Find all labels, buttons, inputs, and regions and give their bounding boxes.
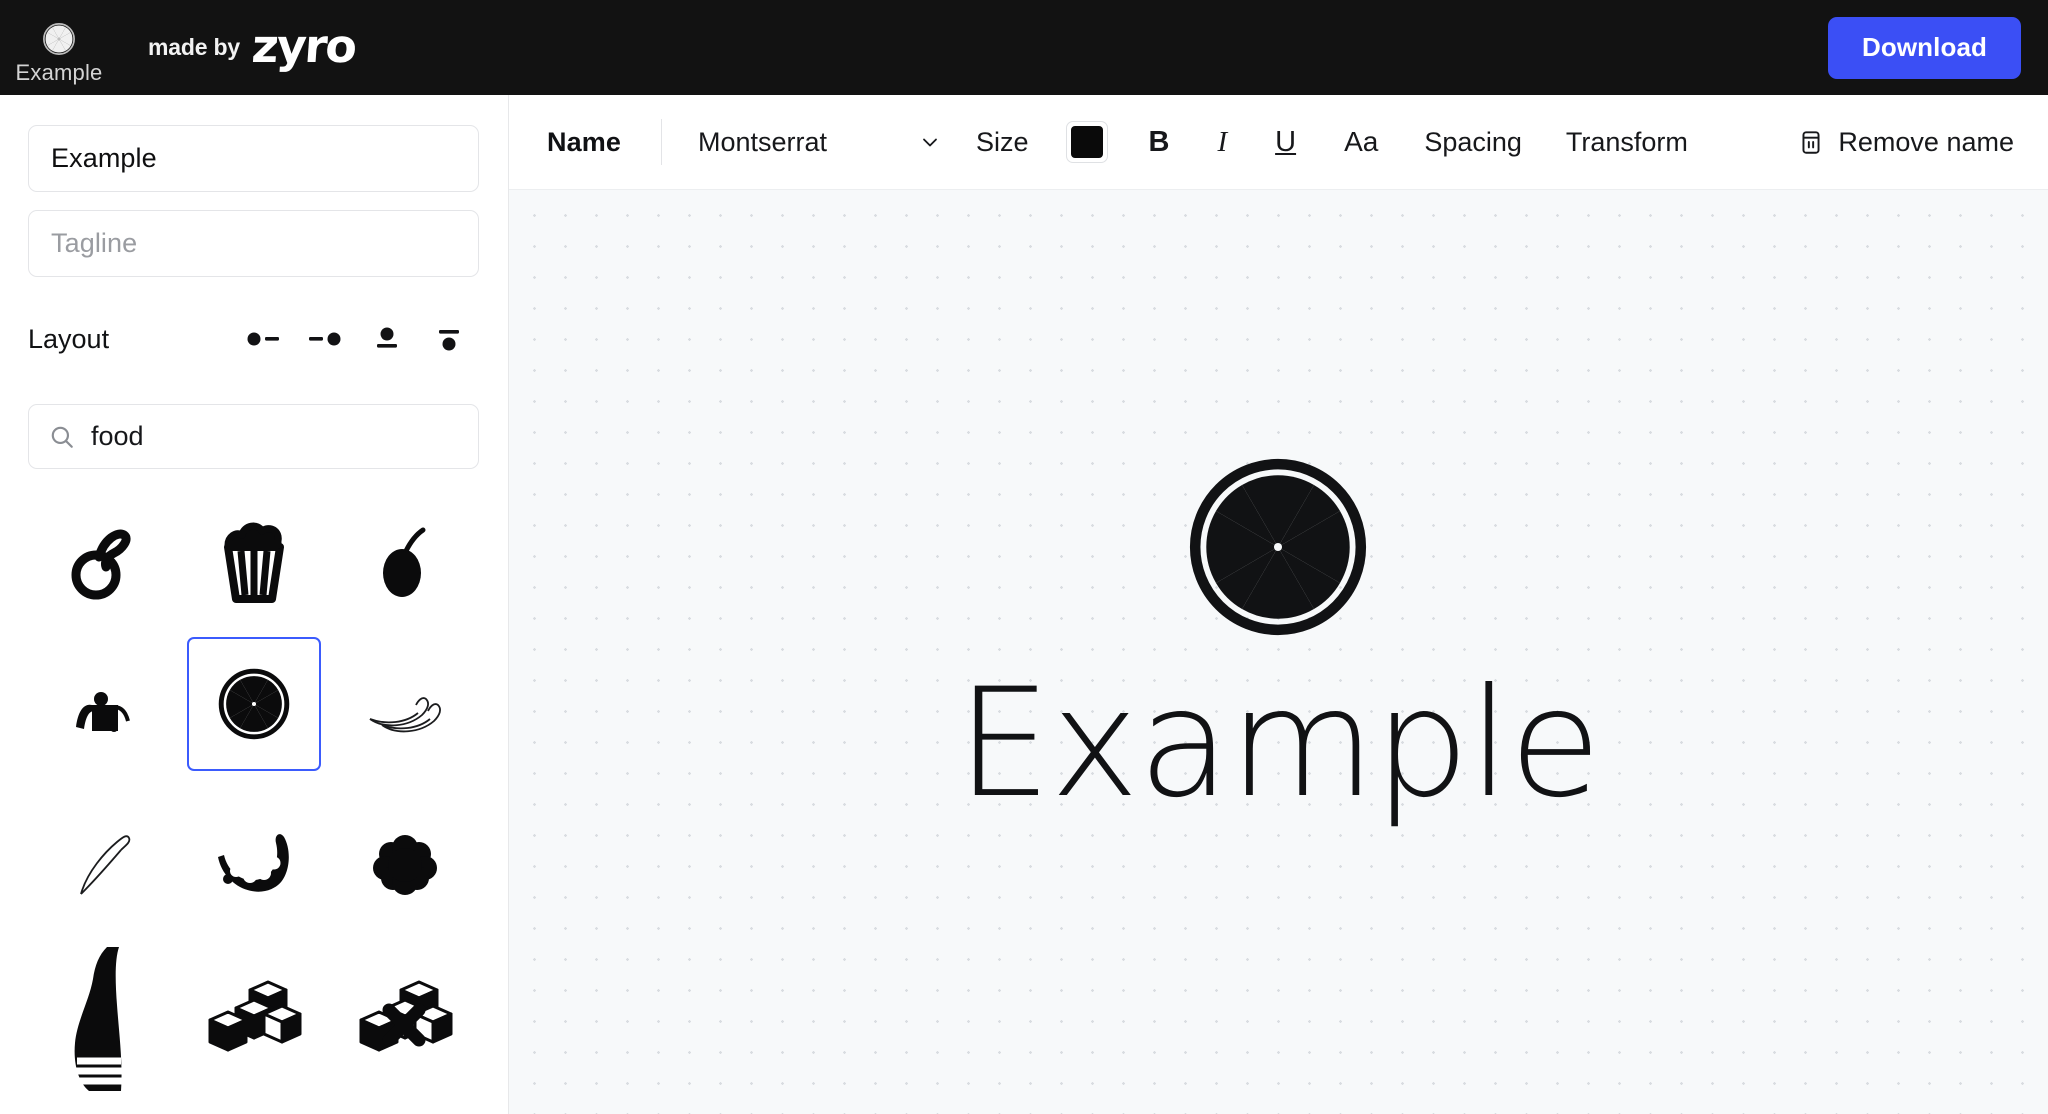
layout-icon-top[interactable] bbox=[356, 311, 418, 367]
logo-maker-app: Example made by zyro Download Example Ta… bbox=[0, 0, 2048, 1114]
icon-search-input[interactable]: food bbox=[28, 404, 479, 469]
layout-icon-left[interactable] bbox=[232, 311, 294, 367]
font-family-value: Montserrat bbox=[697, 126, 827, 157]
chili-pepper-icon bbox=[80, 835, 131, 895]
brand-block[interactable]: Example bbox=[0, 0, 118, 95]
icon-cell-no-sugar-cubes[interactable] bbox=[329, 941, 480, 1093]
layout-label: Layout bbox=[28, 323, 110, 354]
icon-cell-citrus-slice[interactable] bbox=[186, 637, 321, 771]
download-button[interactable]: Download bbox=[1827, 16, 2021, 79]
underline-button[interactable]: U bbox=[1251, 126, 1320, 159]
made-by-block: made by zyro bbox=[148, 18, 357, 73]
layout-row: Layout bbox=[28, 302, 480, 376]
bold-button[interactable]: B bbox=[1124, 126, 1193, 159]
remove-name-label: Remove name bbox=[1838, 126, 2014, 157]
citrus-slice-icon bbox=[43, 22, 75, 55]
sugar-cubes-icon bbox=[208, 980, 302, 1052]
toolbar-divider bbox=[660, 119, 662, 165]
no-sugar-cubes-icon bbox=[359, 980, 453, 1052]
icon-cell-eggplant[interactable] bbox=[28, 941, 179, 1093]
icon-cell-cooking-pot-person[interactable] bbox=[28, 637, 179, 789]
icon-cell-pea-pod[interactable] bbox=[179, 789, 330, 941]
italic-button[interactable]: I bbox=[1193, 126, 1251, 159]
eggplant-icon bbox=[74, 947, 123, 1091]
main-area: Name Montserrat Size B I U Aa Spacing Tr… bbox=[509, 95, 2048, 1114]
font-size-button[interactable]: Size bbox=[946, 127, 1051, 158]
zyro-wordmark: zyro bbox=[250, 18, 357, 73]
tagline-input[interactable]: Tagline bbox=[28, 210, 479, 277]
transform-button[interactable]: Transform bbox=[1544, 127, 1710, 158]
cauliflower-icon bbox=[372, 835, 437, 895]
logo-canvas[interactable]: Example bbox=[509, 190, 2048, 1114]
icon-cell-cauliflower[interactable] bbox=[329, 789, 480, 941]
remove-name-button[interactable]: Remove name bbox=[1798, 127, 2014, 158]
layout-icon-right[interactable] bbox=[294, 311, 356, 367]
name-input[interactable]: Example bbox=[28, 125, 479, 192]
cooking-pot-person-icon bbox=[76, 692, 131, 732]
brand-name: Example bbox=[15, 59, 103, 85]
citrus-slice-icon bbox=[218, 668, 290, 740]
chevron-down-icon bbox=[918, 130, 946, 154]
logo-preview[interactable]: Example bbox=[957, 446, 1601, 831]
icon-cell-chili-pepper-pair[interactable] bbox=[329, 637, 480, 789]
tagline-input-placeholder: Tagline bbox=[51, 228, 138, 258]
app-header: Example made by zyro Download bbox=[0, 0, 2048, 95]
icon-cell-sugar-cubes[interactable] bbox=[179, 941, 330, 1093]
popcorn-bucket-icon bbox=[223, 522, 284, 603]
chili-pepper-pair-icon bbox=[369, 697, 441, 733]
icon-results-grid bbox=[28, 485, 480, 1093]
icon-cell-popcorn-bucket[interactable] bbox=[179, 485, 330, 637]
layout-icon-bottom-glyph bbox=[439, 330, 459, 351]
layout-icon-bottom[interactable] bbox=[418, 311, 480, 367]
text-color-swatch[interactable] bbox=[1066, 121, 1109, 163]
pea-pod-icon bbox=[217, 834, 289, 892]
citrus-slice-icon bbox=[1190, 458, 1367, 635]
icon-cell-cherry[interactable] bbox=[28, 485, 179, 637]
layout-icon-top-glyph bbox=[377, 327, 397, 348]
cherry-icon bbox=[71, 529, 131, 600]
olive-icon bbox=[382, 527, 426, 597]
layout-icon-right-glyph bbox=[309, 332, 341, 346]
icon-cell-olive[interactable] bbox=[329, 485, 480, 637]
text-toolbar: Name Montserrat Size B I U Aa Spacing Tr… bbox=[509, 95, 2048, 190]
logo-text: Example bbox=[956, 656, 1602, 831]
text-color-value bbox=[1071, 126, 1104, 158]
name-input-value: Example bbox=[51, 143, 157, 173]
toolbar-section-label: Name bbox=[547, 126, 621, 157]
icon-search-value: food bbox=[91, 421, 144, 451]
font-family-select[interactable]: Montserrat bbox=[698, 127, 946, 158]
spacing-button[interactable]: Spacing bbox=[1402, 127, 1544, 158]
app-body: Example Tagline Layout food Name Montser… bbox=[0, 95, 2048, 1114]
trash-icon bbox=[1802, 131, 1820, 154]
left-sidebar: Example Tagline Layout food bbox=[0, 95, 509, 1114]
layout-options bbox=[232, 311, 480, 367]
letter-case-button[interactable]: Aa bbox=[1320, 126, 1402, 158]
layout-icon-left-glyph bbox=[247, 332, 279, 346]
made-by-label: made by bbox=[148, 34, 240, 60]
search-icon bbox=[51, 426, 73, 448]
icon-cell-chili-pepper[interactable] bbox=[28, 789, 179, 941]
